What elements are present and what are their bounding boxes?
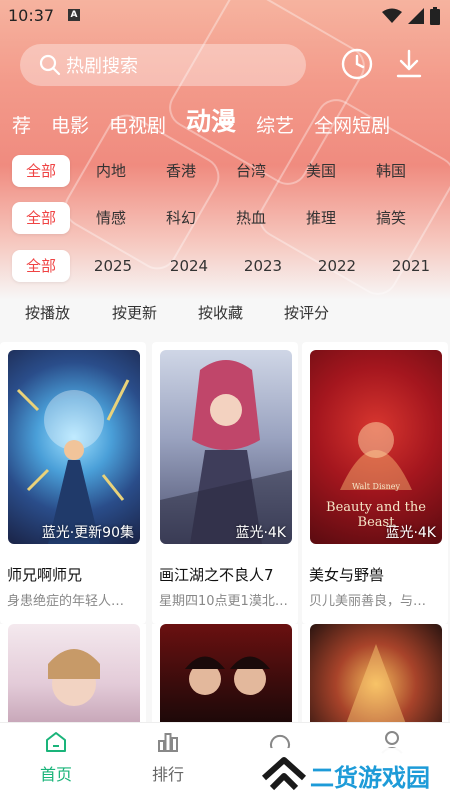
region-filter-chip[interactable]: 台湾 [222, 155, 280, 187]
year-filter-chip[interactable]: 2022 [306, 250, 368, 282]
year-filter-chip[interactable]: 2023 [232, 250, 294, 282]
content-card[interactable] [0, 624, 146, 724]
region-filter-chip[interactable]: 香港 [152, 155, 210, 187]
year-filter-chip[interactable]: 2025 [82, 250, 144, 282]
search-bar[interactable]: 热剧搜索 [20, 44, 306, 86]
genre-filter-chip[interactable]: 热血 [222, 202, 280, 234]
card-description: 星期四10点更1漠北… [159, 594, 288, 609]
search-placeholder: 热剧搜索 [66, 56, 138, 77]
tab-short-drama[interactable]: 全网短剧 [314, 111, 390, 138]
content-card[interactable] [302, 624, 448, 724]
content-card[interactable]: 蓝光·更新90集 师兄啊师兄 身患绝症的年轻人… [0, 342, 146, 624]
region-filter-chip[interactable]: 内地 [82, 155, 140, 187]
sort-by-plays[interactable]: 按播放 [25, 302, 70, 323]
tab-anime[interactable]: 动漫 [186, 102, 236, 138]
signal-icon [408, 8, 424, 24]
card-title: 画江湖之不良人7 [159, 566, 274, 584]
history-clock-icon[interactable] [340, 47, 374, 81]
poster-art [185, 656, 270, 695]
download-icon[interactable] [394, 47, 424, 81]
card-title: 美女与野兽 [309, 566, 385, 584]
region-filter-chip[interactable]: 美国 [292, 155, 350, 187]
poster-brand: Walt Disney [351, 482, 401, 491]
genre-filter-chip[interactable]: 情感 [82, 202, 140, 234]
poster-image: 蓝光·更新90集 [8, 350, 140, 544]
quality-badge: 蓝光·更新90集 [41, 525, 134, 541]
watermark-logo-icon [261, 757, 307, 791]
quality-badge: 蓝光·4K [235, 525, 286, 541]
poster-image [8, 624, 140, 724]
tab-movie[interactable]: 电影 [51, 111, 89, 138]
genre-filter-chip[interactable]: 搞笑 [362, 202, 420, 234]
poster-image [160, 624, 292, 724]
genre-filter-chip[interactable]: 推理 [292, 202, 350, 234]
sort-by-rating[interactable]: 按评分 [284, 302, 329, 323]
battery-icon [430, 7, 440, 25]
watermark: 二货游戏园 [252, 748, 450, 800]
card-description: 贝儿美丽善良，与… [309, 594, 427, 609]
poster-art [346, 644, 406, 724]
nav-ranking-label: 排行 [151, 765, 184, 784]
quality-badge: 蓝光·4K [385, 525, 436, 541]
card-description: 身患绝症的年轻人… [7, 594, 125, 609]
sort-row: 按播放 按更新 按收藏 按评分 [0, 298, 450, 330]
poster-image: Walt Disney Beauty and the Beast 蓝光·4K [310, 350, 442, 544]
ranking-bars-icon [158, 733, 178, 752]
content-card[interactable]: 蓝光·4K 画江湖之不良人7 星期四10点更1漠北… [152, 342, 298, 624]
poster-image [310, 624, 442, 724]
status-time: 10:37 [8, 6, 55, 25]
tab-recommend[interactable]: 荐 [12, 111, 31, 138]
card-title: 师兄啊师兄 [7, 566, 83, 584]
watermark-text: 二货游戏园 [310, 764, 430, 792]
year-filter-row: 全部 2025 2024 2023 2022 2021 [0, 250, 450, 284]
status-icons [382, 7, 440, 25]
home-icon [46, 732, 66, 752]
category-tabs: 荐 电影 电视剧 动漫 综艺 全网短剧 [0, 98, 450, 138]
content-grid: 蓝光·更新90集 师兄啊师兄 身患绝症的年轻人… 蓝光·4K 画江湖之不良人7 … [0, 342, 450, 724]
content-card[interactable] [152, 624, 298, 724]
poster-art [16, 379, 130, 544]
genre-filter-row: 全部 情感 科幻 热血 推理 搞笑 [0, 202, 450, 236]
poster-art [48, 649, 100, 706]
nav-ranking[interactable]: 排行 [128, 729, 208, 785]
sort-by-update[interactable]: 按更新 [112, 302, 157, 323]
status-bar: 10:37 A [0, 0, 450, 32]
year-filter-chip[interactable]: 全部 [12, 250, 70, 282]
poster-art [160, 360, 292, 544]
sort-by-favorites[interactable]: 按收藏 [198, 302, 243, 323]
nav-home[interactable]: 首页 [16, 729, 96, 785]
content-card[interactable]: Walt Disney Beauty and the Beast 蓝光·4K 美… [302, 342, 448, 624]
keyboard-badge: A [68, 9, 80, 21]
nav-home-label: 首页 [39, 765, 72, 784]
tab-variety[interactable]: 综艺 [256, 111, 294, 138]
region-filter-chip[interactable]: 韩国 [362, 155, 420, 187]
poster-image: 蓝光·4K [160, 350, 292, 544]
region-filter-chip[interactable]: 全部 [12, 155, 70, 187]
year-filter-chip[interactable]: 2021 [380, 250, 442, 282]
genre-filter-chip[interactable]: 科幻 [152, 202, 210, 234]
region-filter-row: 全部 内地 香港 台湾 美国 韩国 [0, 155, 450, 189]
search-icon [39, 54, 61, 76]
year-filter-chip[interactable]: 2024 [158, 250, 220, 282]
genre-filter-chip[interactable]: 全部 [12, 202, 70, 234]
wifi-icon [382, 8, 402, 23]
tab-tv[interactable]: 电视剧 [109, 111, 166, 138]
